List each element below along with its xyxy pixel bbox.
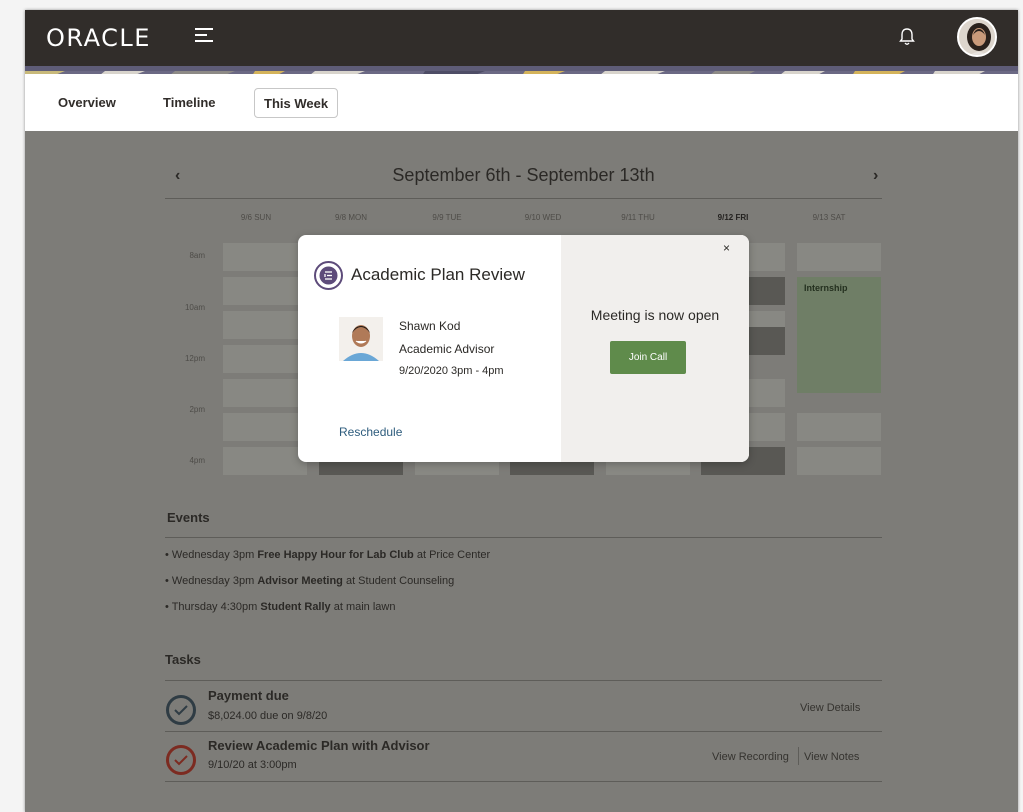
divider (165, 537, 882, 538)
event-item[interactable]: • Thursday 4:30pm Student Rally at main … (165, 601, 395, 613)
close-icon[interactable]: × (723, 241, 730, 255)
modal-title: Academic Plan Review (351, 265, 525, 284)
time-label: 10am (184, 303, 205, 312)
calendar-event-block[interactable] (749, 327, 785, 355)
calendar-slot[interactable] (223, 311, 307, 339)
day-header: 9/9 TUE (432, 213, 462, 222)
divider (165, 680, 882, 681)
join-call-button[interactable]: Join Call (610, 341, 686, 374)
tab-this-week[interactable]: This Week (254, 88, 339, 118)
tab-bar: Overview Timeline This Week (25, 74, 1018, 131)
time-label: 2pm (189, 405, 205, 414)
calendar-slot[interactable] (797, 413, 881, 441)
day-header: 9/8 MON (334, 213, 367, 222)
calendar-slot[interactable] (223, 379, 307, 407)
calendar-slot[interactable] (749, 379, 785, 407)
calendar-event-block[interactable] (749, 277, 785, 305)
main-content: ‹ September 6th - September 13th › 9/6 S… (25, 131, 1018, 812)
tab-overview[interactable]: Overview (49, 88, 125, 118)
day-header: 9/13 SAT (812, 213, 846, 222)
calendar-slot[interactable] (797, 243, 881, 271)
calendar-slot[interactable] (223, 413, 307, 441)
advisor-photo (339, 317, 383, 361)
calendar-slot[interactable] (223, 345, 307, 373)
time-label: 12pm (184, 354, 205, 363)
oracle-logo[interactable]: ORACLE (46, 24, 151, 52)
advisor-name: Shawn Kod (399, 319, 461, 333)
user-avatar[interactable] (957, 17, 997, 57)
meeting-datetime: 9/20/2020 3pm - 4pm (399, 365, 504, 377)
day-header: 9/11 THU (621, 213, 655, 222)
day-header: 9/10 WED (524, 213, 562, 222)
meeting-modal: Academic Plan Review Shawn Kod Academic … (298, 235, 749, 462)
day-header: 9/6 SUN (240, 213, 272, 222)
task-title: Review Academic Plan with Advisor (208, 738, 430, 753)
events-heading: Events (167, 510, 210, 525)
view-details-link[interactable]: View Details (800, 702, 860, 714)
view-recording-link[interactable]: View Recording (712, 751, 789, 763)
task-subtitle: $8,024.00 due on 9/8/20 (208, 710, 328, 722)
calendar-slot[interactable] (749, 311, 785, 327)
decorative-pattern-strip (25, 66, 1018, 74)
app-window: ORACLE Overview Timeline This Week ‹ Sep… (25, 10, 1018, 812)
meeting-status: Meeting is now open (590, 307, 720, 323)
advisor-role: Academic Advisor (399, 342, 495, 356)
divider (165, 198, 882, 199)
internship-event-block[interactable] (797, 277, 881, 393)
week-title: September 6th - September 13th (392, 165, 655, 185)
time-label: 4pm (189, 456, 205, 465)
tab-timeline[interactable]: Timeline (154, 88, 225, 118)
task-subtitle: 9/10/20 at 3:00pm (208, 759, 297, 771)
event-item[interactable]: • Wednesday 3pm Free Happy Hour for Lab … (165, 549, 490, 561)
tasks-heading: Tasks (165, 652, 201, 667)
calendar-slot[interactable] (749, 243, 785, 271)
time-label: 8am (189, 251, 205, 260)
view-notes-link[interactable]: View Notes (804, 751, 859, 763)
divider (165, 781, 882, 782)
next-week-button[interactable]: › (873, 167, 878, 185)
day-header-current: 9/12 FRI (717, 213, 749, 222)
divider (165, 731, 882, 732)
plan-list-icon (314, 261, 343, 290)
calendar-slot[interactable] (223, 447, 307, 475)
hamburger-menu-icon[interactable] (195, 28, 213, 42)
event-item[interactable]: • Wednesday 3pm Advisor Meeting at Stude… (165, 575, 454, 587)
internship-event-label: Internship (804, 283, 848, 293)
calendar-slot[interactable] (797, 447, 881, 475)
link-separator (798, 747, 799, 765)
reschedule-link[interactable]: Reschedule (339, 425, 402, 439)
top-bar: ORACLE (25, 10, 1018, 66)
task-check-icon[interactable] (166, 695, 196, 725)
calendar-slot[interactable] (223, 243, 307, 271)
task-title: Payment due (208, 688, 289, 703)
calendar-slot[interactable] (223, 277, 307, 305)
calendar-slot[interactable] (749, 413, 785, 441)
bell-icon[interactable] (897, 26, 917, 48)
task-check-icon[interactable] (166, 745, 196, 775)
